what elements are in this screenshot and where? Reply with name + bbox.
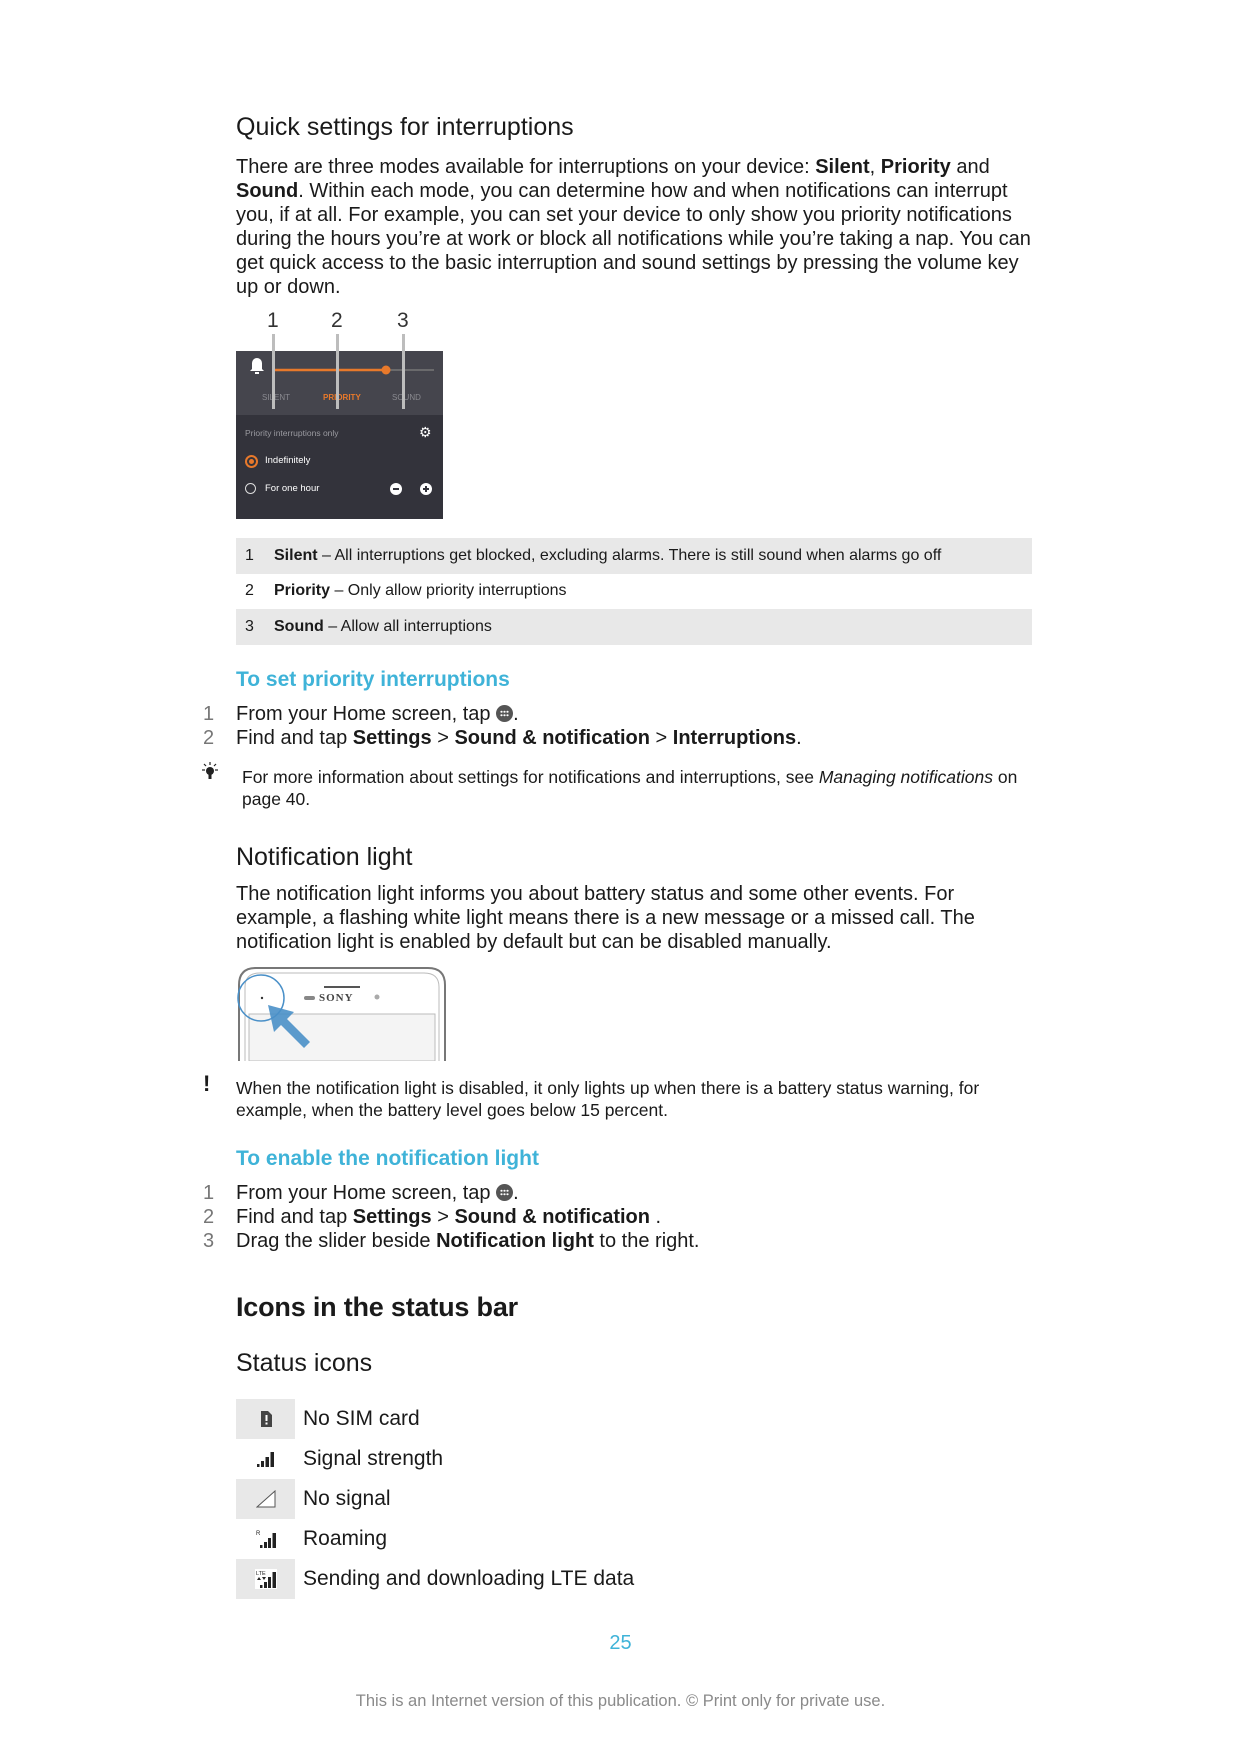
legend-term: Sound bbox=[274, 617, 324, 635]
procedure-title-priority: To set priority interruptions bbox=[236, 668, 510, 691]
step-number: 2 bbox=[203, 1206, 215, 1228]
mode-silent: SILENT bbox=[262, 393, 291, 402]
legend-term: Priority bbox=[274, 582, 331, 600]
legend-desc: – Only allow priority interruptions bbox=[330, 582, 567, 600]
legend-desc: – All interruptions get blocked, excludi… bbox=[317, 546, 942, 564]
lte-data-icon: LTE bbox=[254, 1569, 277, 1589]
status-icon-row: LTE Sending and downloading LTE data bbox=[236, 1559, 634, 1599]
procedure-step: 2 Find and tap Settings > Sound & notific… bbox=[203, 1206, 662, 1228]
section-heading-quick-settings: Quick settings for interruptions bbox=[236, 113, 574, 141]
status-icon-row: Signal strength bbox=[236, 1439, 634, 1479]
ui-term: Sound & notification bbox=[454, 1206, 650, 1228]
roaming-icon: R bbox=[256, 1531, 276, 1548]
cross-reference[interactable]: Managing notifications bbox=[819, 767, 993, 787]
no-signal-icon bbox=[255, 1490, 275, 1508]
status-icons-list: No SIM card Signal strength No signal R … bbox=[236, 1399, 634, 1599]
enable-light-steps: 1 From your Home screen, tap . 2 Find and t… bbox=[203, 1181, 700, 1253]
status-icon-row: No SIM card bbox=[236, 1399, 634, 1439]
callout-legend-table: 1 Silent – All interruptions get blocked… bbox=[236, 538, 1032, 645]
callout-line-2 bbox=[336, 334, 339, 409]
apps-icon bbox=[496, 1184, 514, 1201]
callout-line-1 bbox=[272, 334, 275, 409]
legend-number: 3 bbox=[245, 617, 254, 635]
status-icon-label: Roaming bbox=[303, 1527, 388, 1550]
procedure-step: 3 Drag the slider beside Notification lig… bbox=[203, 1230, 700, 1252]
ui-term: Settings bbox=[352, 727, 432, 749]
ui-term: Sound & notification bbox=[454, 727, 650, 749]
section-heading-notification-light: Notification light bbox=[236, 843, 413, 871]
apps-icon bbox=[496, 705, 514, 722]
radio-indefinitely bbox=[245, 455, 258, 468]
page-number: 25 bbox=[609, 1632, 632, 1654]
quick-settings-intro: There are three modes available for inte… bbox=[236, 156, 1031, 298]
status-icon-label: Signal strength bbox=[303, 1447, 444, 1470]
ui-term: Silent bbox=[815, 156, 870, 178]
legend-number: 2 bbox=[245, 582, 254, 600]
footer-notice: This is an Internet version of this publ… bbox=[355, 1692, 886, 1710]
legend-row: 3 Sound – Allow all interruptions bbox=[236, 609, 1032, 645]
phone-illustration: SONY bbox=[236, 965, 448, 1062]
status-icon-label: No SIM card bbox=[303, 1407, 420, 1430]
callout-line-3 bbox=[402, 334, 405, 409]
ui-term: Settings bbox=[352, 1206, 432, 1228]
mode-priority: PRIORITY bbox=[323, 393, 361, 402]
status-icon-label: No signal bbox=[303, 1487, 391, 1510]
phone-brand: SONY bbox=[319, 992, 354, 1004]
legend-term: Silent bbox=[274, 546, 318, 564]
option-for-one-hour: For one hour bbox=[265, 483, 320, 494]
mode-sound: SOUND bbox=[392, 393, 421, 402]
legend-row: 2 Priority – Only allow priority interru… bbox=[236, 574, 1032, 610]
radio-for-one-hour bbox=[245, 483, 256, 494]
section-heading-status-bar-icons: Icons in the status bar bbox=[236, 1292, 518, 1322]
procedure-step: 1 From your Home screen, tap . bbox=[203, 703, 519, 725]
plus-icon bbox=[420, 483, 432, 495]
callout-2: 2 bbox=[331, 309, 343, 332]
panel-title: Priority interruptions only bbox=[245, 428, 339, 438]
ui-term: Interruptions bbox=[672, 727, 797, 749]
svg-text:R: R bbox=[256, 1531, 261, 1537]
procedure-step: 1 From your Home screen, tap . bbox=[203, 1182, 519, 1204]
ui-term: Sound bbox=[236, 180, 299, 202]
no-sim-icon bbox=[260, 1411, 272, 1427]
tip-text: For more information about settings for … bbox=[242, 767, 1018, 809]
warning-text: When the notification light is disabled,… bbox=[236, 1078, 980, 1120]
notification-light-intro: The notification light informs you about… bbox=[236, 883, 975, 953]
signal-strength-icon bbox=[256, 1452, 274, 1467]
mode-slider bbox=[250, 358, 434, 375]
ui-term: Priority bbox=[880, 156, 951, 178]
step-number: 2 bbox=[203, 727, 215, 749]
callout-1: 1 bbox=[267, 309, 279, 332]
ui-term: Notification light bbox=[436, 1230, 594, 1252]
quick-settings-screenshot: SILENT PRIORITY SOUND Priority interrupt… bbox=[236, 351, 443, 519]
mode-slider-area: SILENT PRIORITY SOUND bbox=[236, 351, 443, 415]
gear-icon: ⚙ bbox=[419, 424, 432, 440]
status-icon-row: No signal bbox=[236, 1479, 634, 1519]
priority-steps: 1 From your Home screen, tap . 2 Find and t… bbox=[203, 702, 802, 750]
minus-icon bbox=[390, 483, 402, 495]
status-icon-row: R Roaming bbox=[236, 1519, 634, 1559]
option-indefinitely: Indefinitely bbox=[265, 455, 311, 466]
svg-text:LTE: LTE bbox=[256, 1571, 266, 1577]
procedure-title-enable-light: To enable the notification light bbox=[236, 1147, 539, 1170]
step-number: 3 bbox=[203, 1230, 215, 1252]
tip-lightbulb-icon bbox=[199, 761, 221, 786]
legend-number: 1 bbox=[245, 546, 254, 564]
status-icon-label: Sending and downloading LTE data bbox=[303, 1567, 635, 1590]
callout-3: 3 bbox=[397, 309, 409, 332]
step-number: 1 bbox=[203, 703, 215, 725]
subheading-status-icons: Status icons bbox=[236, 1349, 373, 1377]
procedure-step: 2 Find and tap Settings > Sound & notific… bbox=[203, 727, 802, 749]
legend-desc: – Allow all interruptions bbox=[323, 617, 492, 635]
bell-icon bbox=[250, 358, 264, 374]
legend-row: 1 Silent – All interruptions get blocked… bbox=[236, 538, 1032, 574]
slider-thumb bbox=[381, 365, 391, 375]
step-number: 1 bbox=[203, 1182, 215, 1204]
warning-icon: ! bbox=[203, 1071, 211, 1096]
